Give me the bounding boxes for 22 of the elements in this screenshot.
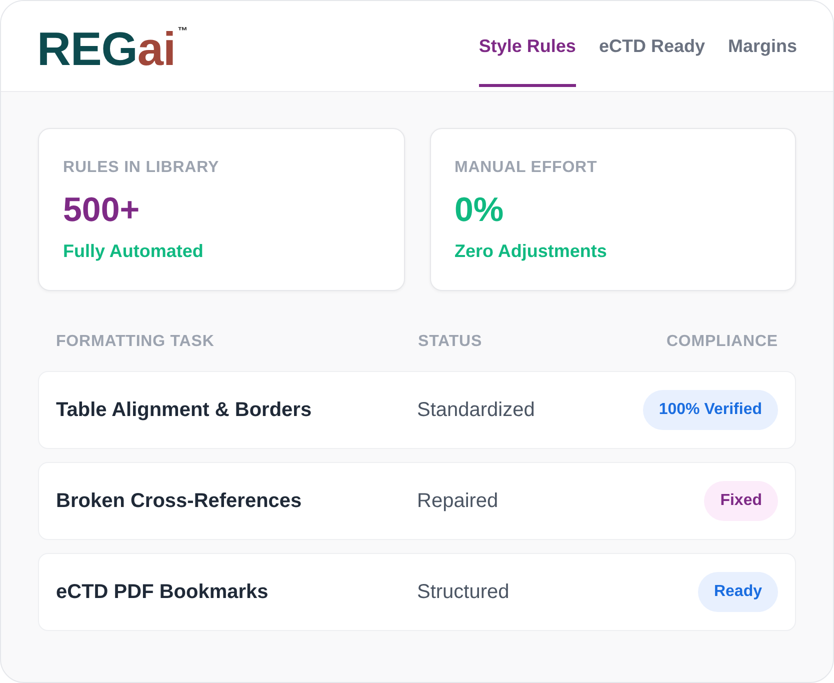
task-status: Standardized	[417, 398, 536, 422]
column-header: COMPLIANCE	[666, 332, 778, 352]
compliance-badge: 100% Verified	[642, 390, 778, 430]
nav-tab[interactable]: Style Rules	[478, 1, 576, 87]
task-name: Broken Cross-References	[56, 489, 303, 513]
stat-value: 500+	[63, 190, 141, 231]
stat-label: MANUAL EFFORT	[454, 158, 598, 178]
stat-label: RULES IN LIBRARY	[63, 158, 220, 178]
nav-tab[interactable]: eCTD Ready	[598, 1, 705, 87]
task-name: eCTD PDF Bookmarks	[56, 580, 270, 604]
stat-note: Zero Adjustments	[454, 240, 608, 263]
task-status: Repaired	[417, 489, 500, 513]
column-header: STATUS	[418, 332, 484, 352]
task-status: Structured	[417, 580, 510, 604]
stat-note: Fully Automated	[63, 240, 204, 263]
task-name: Table Alignment & Borders	[56, 398, 313, 422]
stat-value: 0%	[454, 190, 505, 231]
column-header: FORMATTING TASK	[56, 332, 216, 352]
compliance-badge: Fixed	[704, 481, 778, 521]
logo: REGai™	[37, 24, 188, 72]
compliance-badge: Ready	[698, 572, 778, 612]
nav-tab[interactable]: Margins	[728, 1, 797, 87]
